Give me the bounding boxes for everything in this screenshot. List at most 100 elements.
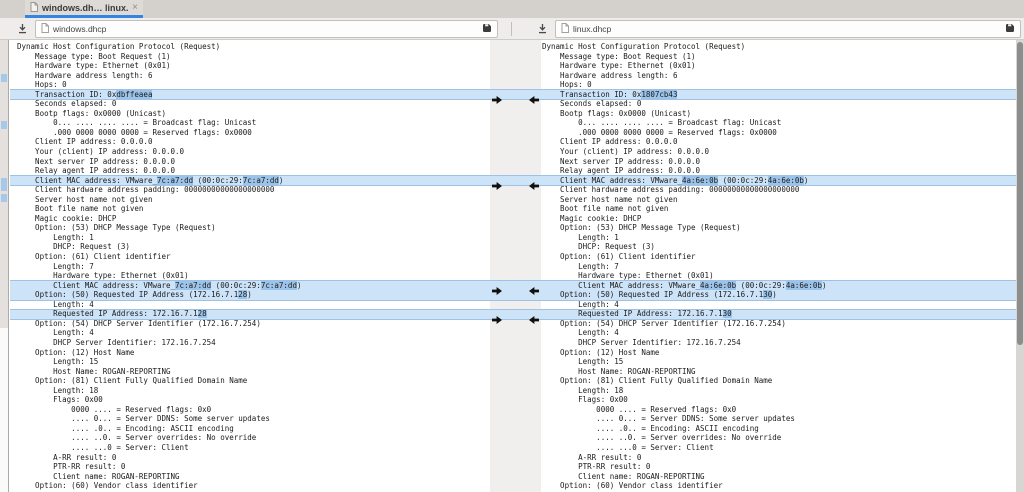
code-text: Transaction ID: 0x <box>17 90 116 99</box>
push-change-left-button[interactable] <box>529 311 539 319</box>
code-text: DHCP Server Identifier: 172.16.7.254 <box>542 338 741 347</box>
code-text: .... ...0 = Server: Client <box>17 443 189 452</box>
code-text: PTR-RR result: 0 <box>542 462 650 471</box>
code-text: Server host name not given <box>17 195 152 204</box>
right-code-pane[interactable]: Dynamic Host Configuration Protocol (Req… <box>541 40 1015 492</box>
save-button-right[interactable] <box>531 23 553 34</box>
overview-map[interactable] <box>0 40 9 492</box>
code-line: Transaction ID: 0x1807cb43 <box>542 90 1015 100</box>
code-line: Option: (12) Host Name <box>17 348 490 358</box>
code-line: Option: (60) Vendor class identifier <box>17 481 490 491</box>
code-text: Length: 1 <box>542 233 619 242</box>
changed-text: 28 <box>198 309 207 318</box>
code-line: .... ..0. = Server overrides: No overrid… <box>17 433 490 443</box>
tab-title: windows.dh… linux.dhcp* <box>42 3 128 13</box>
code-line: Next server IP address: 0.0.0.0 <box>542 157 1015 167</box>
code-text: Client name: ROGAN-REPORTING <box>542 472 705 481</box>
file-button-right[interactable]: linux.dhcp <box>555 20 1021 38</box>
code-text: Seconds elapsed: 0 <box>542 99 641 108</box>
code-line: A-RR result: 0 <box>542 453 1015 463</box>
code-line: 0000 .... = Reserved flags: 0x0 <box>17 405 490 415</box>
push-change-left-button[interactable] <box>529 91 539 99</box>
overview-diff-marker <box>1 74 7 82</box>
changed-text: 30 <box>723 309 732 318</box>
code-text: Your (client) IP address: 0.0.0.0 <box>542 147 709 156</box>
save-icon <box>17 23 28 34</box>
code-text: .... .0.. = Encoding: ASCII encoding <box>542 424 759 433</box>
code-text: Option: (53) DHCP Message Type (Request) <box>17 223 216 232</box>
code-line: .... ...0 = Server: Client <box>542 443 1015 453</box>
code-text: Length: 4 <box>17 328 94 337</box>
code-line: Client MAC address: VMware_4a:6e:0b (00:… <box>542 176 1015 186</box>
code-text: Length: 18 <box>542 386 623 395</box>
code-line: Client IP address: 0.0.0.0 <box>542 137 1015 147</box>
code-text: .000 0000 0000 0000 = Reserved flags: 0x… <box>542 128 777 137</box>
tab-windows-linux-dhcp[interactable]: windows.dh… linux.dhcp* × <box>25 0 143 18</box>
code-line: Your (client) IP address: 0.0.0.0 <box>542 147 1015 157</box>
meld-diff-window: windows.dh… linux.dhcp* × windows.dhcp <box>0 0 1024 492</box>
save-button-left[interactable] <box>11 23 33 34</box>
code-line: Client MAC address: VMware_7c:a7:dd (00:… <box>17 176 490 186</box>
code-text: Hardware type: Ethernet (0x01) <box>542 61 696 70</box>
code-text: Hardware address length: 6 <box>542 71 677 80</box>
code-text: PTR-RR result: 0 <box>17 462 125 471</box>
code-text: A-RR result: 0 <box>542 453 641 462</box>
code-line: 0... .... .... .... = Broadcast flag: Un… <box>17 118 490 128</box>
code-line: Length: 7 <box>17 262 490 272</box>
code-text: Boot file name not given <box>542 204 668 213</box>
code-text: Option: (54) DHCP Server Identifier (172… <box>17 319 261 328</box>
code-line: Bootp flags: 0x0000 (Unicast) <box>17 109 490 119</box>
push-change-left-button[interactable] <box>529 177 539 185</box>
save-icon <box>537 23 548 34</box>
code-line: Server host name not given <box>17 195 490 205</box>
push-change-right-button[interactable] <box>492 177 502 185</box>
code-line: Magic cookie: DHCP <box>542 214 1015 224</box>
code-line: Hardware type: Ethernet (0x01) <box>542 271 1015 281</box>
code-line: .000 0000 0000 0000 = Reserved flags: 0x… <box>17 128 490 138</box>
code-text: Option: (60) Vendor class identifier <box>17 481 198 490</box>
code-line: Option: (54) DHCP Server Identifier (172… <box>542 319 1015 329</box>
code-text: Option: (81) Client Fully Qualified Doma… <box>542 376 772 385</box>
push-change-right-button[interactable] <box>492 282 502 290</box>
code-line: Boot file name not given <box>542 204 1015 214</box>
code-text: Message type: Boot Request (1) <box>542 52 696 61</box>
code-text: Magic cookie: DHCP <box>542 214 641 223</box>
code-line: Seconds elapsed: 0 <box>17 99 490 109</box>
code-text: ) <box>247 290 252 299</box>
save-state-icon <box>1005 20 1015 38</box>
code-text: .... 0... = Server DDNS: Some server upd… <box>542 414 795 423</box>
changed-text: 4a:6e:0b <box>768 176 804 185</box>
file-button-left[interactable]: windows.dhcp <box>35 20 498 38</box>
scrollbar-thumb[interactable] <box>1017 42 1023 345</box>
push-change-left-button[interactable] <box>529 282 539 290</box>
changed-text: 28 <box>238 290 247 299</box>
changed-text: 7c:a7:dd <box>243 176 279 185</box>
code-text: Client MAC address: VMware_ <box>542 176 682 185</box>
code-text: Length: 7 <box>17 262 94 271</box>
code-text: Bootp flags: 0x0000 (Unicast) <box>17 109 166 118</box>
code-text: Requested IP Address: 172.16.7.1 <box>17 309 198 318</box>
code-text: Client IP address: 0.0.0.0 <box>542 137 677 146</box>
code-text: .000 0000 0000 0000 = Reserved flags: 0x… <box>17 128 252 137</box>
code-line: PTR-RR result: 0 <box>542 462 1015 472</box>
changed-text: 7c:a7:dd <box>261 281 297 290</box>
close-icon[interactable]: × <box>132 3 138 13</box>
overview-diff-marker <box>1 194 7 202</box>
push-change-right-button[interactable] <box>492 91 502 99</box>
code-line: Hops: 0 <box>542 80 1015 90</box>
changed-text: 30 <box>763 290 772 299</box>
code-line: DHCP Server Identifier: 172.16.7.254 <box>542 338 1015 348</box>
code-text: Relay agent IP address: 0.0.0.0 <box>542 166 700 175</box>
push-change-right-button[interactable] <box>492 311 502 319</box>
code-line: .... ..0. = Server overrides: No overrid… <box>542 433 1015 443</box>
code-text: Client MAC address: VMware_ <box>17 281 175 290</box>
code-line: Length: 15 <box>542 357 1015 367</box>
left-code-pane[interactable]: Dynamic Host Configuration Protocol (Req… <box>11 40 490 492</box>
code-line: Hardware type: Ethernet (0x01) <box>17 61 490 71</box>
code-line: .... 0... = Server DDNS: Some server upd… <box>17 414 490 424</box>
code-text: Next server IP address: 0.0.0.0 <box>542 157 700 166</box>
code-text: Option: (12) Host Name <box>542 348 659 357</box>
code-text: Hardware type: Ethernet (0x01) <box>17 61 171 70</box>
right-file-header: linux.dhcp <box>512 18 1024 39</box>
vertical-scrollbar[interactable] <box>1016 40 1024 492</box>
